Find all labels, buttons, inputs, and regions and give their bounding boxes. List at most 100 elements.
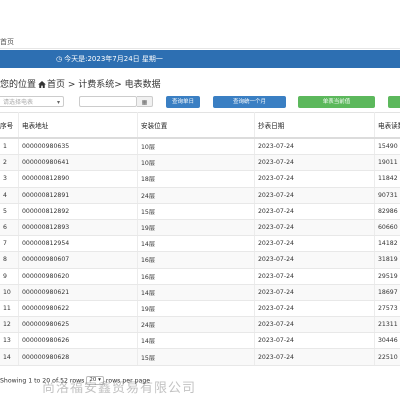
cell-address: 000000980625: [18, 316, 138, 334]
cell-reading: 29519: [374, 268, 400, 285]
table-row[interactable]: 6 000000812893 19层 2023-07-24 60660: [0, 219, 400, 237]
cell-location: 19层: [137, 300, 255, 318]
cell-address: 000000980622: [18, 300, 138, 318]
cell-reading: 27573: [374, 300, 400, 318]
cell-index: 13: [0, 332, 19, 350]
cell-index: 9: [0, 268, 19, 285]
meter-select-placeholder: 请选择电表: [3, 99, 34, 106]
home-icon: [38, 81, 46, 88]
cell-address: 000000980621: [18, 284, 138, 301]
cell-address: 000000980635: [18, 138, 138, 156]
cell-address: 000000980620: [18, 268, 138, 285]
cell-index: 4: [0, 187, 19, 204]
query-month-button[interactable]: 查询统一个月: [213, 96, 286, 108]
cell-date: 2023-07-24: [254, 235, 375, 253]
cell-reading: 31819: [374, 251, 400, 269]
cell-date: 2023-07-24: [254, 284, 375, 301]
cell-index: 12: [0, 316, 19, 334]
cell-address: 000000980641: [18, 154, 138, 172]
table-row[interactable]: 10 000000980621 14层 2023-07-24 18697: [0, 284, 400, 301]
cell-index: 14: [0, 348, 19, 366]
cell-date: 2023-07-24: [254, 332, 375, 350]
cell-date: 2023-07-24: [254, 187, 375, 204]
cell-address: 000000980607: [18, 251, 138, 269]
table-row[interactable]: 7 000000812954 14层 2023-07-24 14182: [0, 235, 400, 253]
column-header-reading[interactable]: 电表读数: [374, 112, 400, 139]
column-header-address[interactable]: 电表地址: [18, 112, 138, 139]
cell-location: 16层: [137, 251, 255, 269]
date-input[interactable]: [79, 96, 137, 107]
cell-reading: 11842: [374, 170, 400, 188]
table-row[interactable]: 3 000000812890 18层 2023-07-24 11842: [0, 170, 400, 188]
table-row[interactable]: 8 000000980607 16层 2023-07-24 31819: [0, 251, 400, 269]
cell-location: 14层: [137, 235, 255, 253]
cell-location: 10层: [137, 138, 255, 156]
table-row[interactable]: 5 000000812892 15层 2023-07-24 82986: [0, 203, 400, 220]
table-row[interactable]: 11 000000980622 19层 2023-07-24 27573: [0, 300, 400, 318]
table-header-row: 序号 电表地址 安装位置 抄表日期 电表读数: [0, 112, 400, 139]
cell-date: 2023-07-24: [254, 268, 375, 285]
cell-date: 2023-07-24: [254, 219, 375, 237]
cell-index: 5: [0, 203, 19, 220]
cell-index: 7: [0, 235, 19, 253]
table-row[interactable]: 13 000000980626 14层 2023-07-24 30446: [0, 332, 400, 350]
cell-location: 19层: [137, 219, 255, 237]
cell-address: 000000812890: [18, 170, 138, 188]
cell-location: 16层: [137, 268, 255, 285]
table-row[interactable]: 2 000000980641 10层 2023-07-24 19011: [0, 154, 400, 172]
cell-date: 2023-07-24: [254, 203, 375, 220]
table-row[interactable]: 14 000000980628 15层 2023-07-24 22510: [0, 348, 400, 366]
cell-address: 000000812954: [18, 235, 138, 253]
cell-location: 14层: [137, 284, 255, 301]
table-row[interactable]: 9 000000980620 16层 2023-07-24 29519: [0, 268, 400, 285]
cell-date: 2023-07-24: [254, 170, 375, 188]
calendar-icon[interactable]: ▦: [137, 96, 153, 107]
cell-reading: 90731: [374, 187, 400, 204]
cell-date: 2023-07-24: [254, 316, 375, 334]
cell-location: 18层: [137, 170, 255, 188]
watermark: 尚洛福安鑫贸易有限公司: [42, 381, 197, 396]
cell-index: 1: [0, 138, 19, 156]
cell-date: 2023-07-24: [254, 348, 375, 366]
cell-index: 10: [0, 284, 19, 301]
cell-reading: 30446: [374, 332, 400, 350]
cell-index: 11: [0, 300, 19, 318]
cell-reading: 19011: [374, 154, 400, 172]
tab-home[interactable]: 首页: [0, 36, 400, 49]
cell-address: 000000980628: [18, 348, 138, 366]
breadcrumb-prefix: 您的位置: [0, 80, 37, 90]
cell-date: 2023-07-24: [254, 154, 375, 172]
cell-index: 8: [0, 251, 19, 269]
meter-table: 序号 电表地址 安装位置 抄表日期 电表读数 100000098063510层2…: [0, 112, 400, 366]
date-banner: ◷ 今天是:2023年7月24日 星期一: [0, 50, 400, 68]
cell-address: 000000980626: [18, 332, 138, 350]
column-header-date[interactable]: 抄表日期: [254, 112, 375, 139]
meter-select[interactable]: 请选择电表 ▾: [0, 96, 64, 107]
cell-index: 3: [0, 170, 19, 188]
cell-date: 2023-07-24: [254, 138, 375, 156]
table-row[interactable]: 4 000000812891 24层 2023-07-24 90731: [0, 187, 400, 204]
extra-button[interactable]: [388, 96, 400, 108]
query-day-button[interactable]: 查询单日: [166, 96, 200, 108]
cell-address: 000000812891: [18, 187, 138, 204]
chevron-down-icon: ▾: [56, 99, 60, 106]
cell-index: 2: [0, 154, 19, 172]
table-row[interactable]: 1 000000980635 10层 2023-07-24 15490: [0, 138, 400, 156]
cell-location: 10层: [137, 154, 255, 172]
table-row[interactable]: 12 000000980625 24层 2023-07-24 21311: [0, 316, 400, 334]
clock-icon: ◷: [56, 55, 63, 63]
today-text: 今天是:2023年7月24日 星期一: [64, 55, 163, 63]
toolbar: 请选择电表 ▾ ▦ 查询单日 查询统一个月 单表当前值: [0, 96, 400, 109]
cell-reading: 82986: [374, 203, 400, 220]
column-header-index[interactable]: 序号: [0, 112, 19, 139]
single-meter-button[interactable]: 单表当前值: [298, 96, 375, 108]
cell-reading: 60660: [374, 219, 400, 237]
cell-date: 2023-07-24: [254, 251, 375, 269]
breadcrumb: 您的位置 首页 > 计费系统> 电表数据: [0, 78, 400, 92]
cell-address: 000000812893: [18, 219, 138, 237]
cell-index: 6: [0, 219, 19, 237]
column-header-location[interactable]: 安装位置: [137, 112, 255, 139]
cell-reading: 15490: [374, 138, 400, 156]
tab-home-label: 首页: [0, 38, 14, 46]
cell-location: 24层: [137, 187, 255, 204]
